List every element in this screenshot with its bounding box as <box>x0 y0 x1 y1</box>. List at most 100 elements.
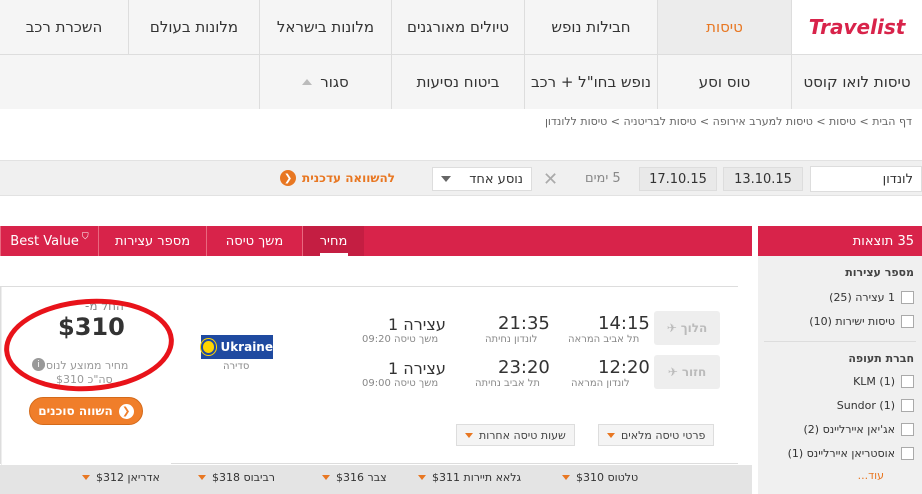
chevron-down-icon <box>198 475 206 480</box>
filter-label: אוסטריאן איירליינס (1) <box>787 446 895 460</box>
agent-price-item[interactable]: צבר $316 <box>322 471 387 484</box>
filter-airline-klm[interactable]: KLM (1) <box>758 369 922 393</box>
nav-tab-label: מלונות בעולם <box>149 18 239 36</box>
outbound-leg-button[interactable]: הלוך ✈ <box>654 311 720 345</box>
chevron-down-icon <box>418 475 426 480</box>
refresh-compare-label: להשוואה עדכנית <box>302 171 396 185</box>
passengers-select[interactable]: נוסע אחד <box>432 167 532 191</box>
airline-type: סדירה <box>223 361 250 372</box>
compare-agents-button[interactable]: ❮ השווה סוכנים <box>29 397 143 425</box>
filter-airline-title: חברת תעופה <box>848 352 914 365</box>
nav-tab-organized-tours[interactable]: טיולים מאורגנים <box>391 0 524 54</box>
checkbox[interactable] <box>901 398 914 412</box>
nav-tab-hotels-world[interactable]: מלונות בעולם <box>128 0 259 54</box>
tab-sort-duration[interactable]: משך טיסה <box>206 226 302 256</box>
airline-name: Ukraine <box>220 340 273 354</box>
info-icon[interactable]: i <box>32 358 45 371</box>
passengers-value: נוסע אחד <box>469 171 523 187</box>
nav-sub-lowcost[interactable]: טיסות לואו קוסט <box>791 55 922 109</box>
airline-logo: Ukraine <box>201 335 273 359</box>
shield-icon: ⛉ <box>81 232 89 242</box>
agent-price-item[interactable]: גלאא תיירות $311 <box>418 471 521 484</box>
leg-label: הלוך <box>680 321 708 335</box>
filter-stops-direct[interactable]: טיסות ישירות (10) <box>758 309 922 333</box>
nav-sub-fly-drive[interactable]: טוס וסע <box>657 55 791 109</box>
price-panel: החל מ- $310 מחיר ממוצע לנוסע i סה"כ $310… <box>0 287 178 465</box>
filter-stops-title: מספר עצירות <box>845 266 914 279</box>
tab-sort-price[interactable]: מחיר <box>302 226 364 256</box>
chevron-up-icon <box>302 79 313 85</box>
close-menu-button[interactable]: סגור <box>259 55 391 109</box>
return-arrival-time: 23:20 <box>498 357 550 378</box>
filters-sidebar: 35 תוצאות מספר עצירות 1 עצירה (25) טיסות… <box>758 226 922 494</box>
outbound-arrival-place: לונדון נחיתה <box>485 334 538 345</box>
tab-sort-best-value[interactable]: Best Value ⛉ <box>0 226 98 256</box>
nav-row-secondary: טיסות לואו קוסט טוס וסע נופש בחו"ל + רכב… <box>0 54 922 109</box>
checkbox[interactable] <box>901 314 914 328</box>
chevron-left-icon: ❮ <box>280 170 296 186</box>
checkbox[interactable] <box>901 422 914 436</box>
airplane-icon: ✈ <box>666 321 677 335</box>
checkbox[interactable] <box>901 446 914 460</box>
filter-airline-sundor[interactable]: Sundor (1) <box>758 393 922 417</box>
close-icon[interactable]: ✕ <box>543 169 558 190</box>
sort-tabs: מחיר משך טיסה מספר עצירות Best Value ⛉ <box>0 226 752 256</box>
filter-stops-one[interactable]: 1 עצירה (25) <box>758 285 922 309</box>
tab-label: משך טיסה <box>225 233 284 249</box>
agent-price-label: טלטוס $310 <box>576 471 639 484</box>
departure-date-input[interactable]: 13.10.15 <box>723 167 803 191</box>
checkbox[interactable] <box>901 290 914 304</box>
breadcrumb[interactable]: דף הבית > טיסות > טיסות למערב אירופה > ט… <box>545 115 912 128</box>
nav-tab-label: חבילות נופש <box>551 18 631 36</box>
tab-sort-stops[interactable]: מספר עצירות <box>98 226 206 256</box>
flight-details-button[interactable]: פרטי טיסה מלאים <box>598 424 715 446</box>
nav-tab-car-rental[interactable]: השכרת רכב <box>0 0 128 54</box>
nav-empty-cell <box>0 55 259 109</box>
filter-label: KLM (1) <box>853 374 895 388</box>
return-stops: עצירה 1 <box>388 359 446 378</box>
agent-price-label: אדריאן $312 <box>96 471 160 484</box>
nav-sub-label: ביטוח נסיעות <box>416 73 500 91</box>
nav-tab-vacation-packages[interactable]: חבילות נופש <box>524 0 657 54</box>
chevron-down-icon <box>562 475 570 480</box>
other-times-button[interactable]: שעות טיסה אחרות <box>456 424 575 446</box>
more-airlines-link[interactable]: עוד... <box>758 469 922 482</box>
return-duration: משך טיסה 09:00 <box>362 378 439 389</box>
filter-label: אג'יאן איירליינס (2) <box>803 422 896 436</box>
nav-tab-flights[interactable]: טיסות <box>657 0 791 54</box>
return-departure-time: 12:20 <box>598 357 650 378</box>
nav-tab-label: טיסות <box>706 18 743 36</box>
close-menu-label: סגור <box>320 73 349 91</box>
nav-sub-travel-insurance[interactable]: ביטוח נסיעות <box>391 55 524 109</box>
other-times-label: שעות טיסה אחרות <box>479 428 566 442</box>
filter-airline-aegean[interactable]: אג'יאן איירליינס (2) <box>758 417 922 441</box>
outbound-departure-place: תל אביב המראה <box>568 334 640 345</box>
return-date-input[interactable]: 17.10.15 <box>639 167 717 191</box>
checkbox[interactable] <box>901 374 914 388</box>
nav-tab-label: טיולים מאורגנים <box>406 18 510 36</box>
return-departure-place: לונדון המראה <box>571 378 630 389</box>
tab-label: מספר עצירות <box>114 233 191 249</box>
refresh-compare-link[interactable]: להשוואה עדכנית ❮ <box>280 170 395 186</box>
agent-price-item[interactable]: אדריאן $312 <box>82 471 160 484</box>
price-total: סה"כ $310 <box>56 373 113 386</box>
agent-price-item[interactable]: טלטוס $310 <box>562 471 638 484</box>
logo[interactable]: Travelist <box>791 0 922 54</box>
return-arrival-place: תל אביב נחיתה <box>475 378 540 389</box>
filter-label: טיסות ישירות (10) <box>809 314 895 328</box>
price-value: $310 <box>58 313 125 341</box>
tab-label: Best Value <box>10 233 79 249</box>
trip-days: 5 ימים <box>585 171 621 186</box>
nav-tab-label: מלונות בישראל <box>276 18 375 36</box>
destination-input[interactable]: לונדון <box>810 166 922 192</box>
outbound-departure-time: 14:15 <box>598 313 650 334</box>
nav-sub-vacation-car[interactable]: נופש בחו"ל + רכב <box>524 55 657 109</box>
agent-price-item[interactable]: רביבוס $318 <box>198 471 275 484</box>
nav-sub-label: נופש בחו"ל + רכב <box>531 73 652 91</box>
agent-price-label: רביבוס $318 <box>212 471 276 484</box>
return-leg-button[interactable]: חזור ✈ <box>654 355 720 389</box>
nav-tab-hotels-israel[interactable]: מלונות בישראל <box>259 0 391 54</box>
price-from-label: החל מ- <box>85 299 124 313</box>
filter-airline-austrian[interactable]: אוסטריאן איירליינס (1) <box>758 441 922 465</box>
airplane-icon: ✈ <box>667 365 678 379</box>
